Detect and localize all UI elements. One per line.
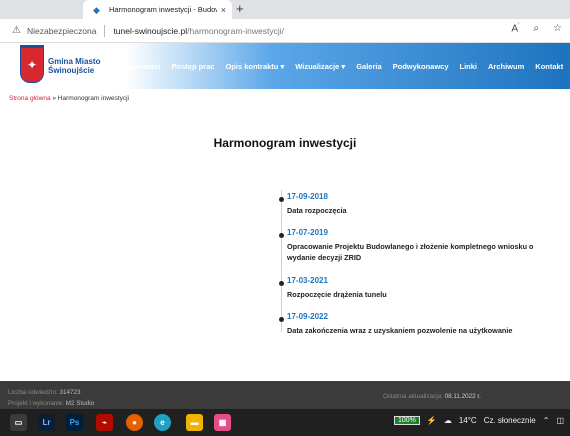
page-title: Harmonogram inwestycji: [213, 136, 357, 150]
breadcrumb-current: Harmonogram inwestycji: [57, 95, 129, 102]
favorites-icon[interactable]: ☆: [553, 23, 562, 34]
nav-item-linki[interactable]: Linki: [460, 62, 478, 71]
weather-temp[interactable]: 14°C: [459, 416, 477, 425]
file-explorer-icon[interactable]: ▭: [10, 414, 27, 431]
warning-icon[interactable]: ⚠: [12, 25, 21, 36]
url-text[interactable]: tunel-swinoujscie.pl/harmonogram-inwesty…: [113, 26, 284, 36]
timeline-date: 17-07-2019: [287, 228, 328, 237]
divider: [104, 24, 106, 37]
visits-label: Liczba odwiedzin:: [8, 389, 58, 396]
tray-chevron-icon[interactable]: ⌃: [543, 416, 550, 425]
zoom-icon[interactable]: ⌕: [533, 23, 539, 34]
nav-item-aktualnosci[interactable]: Aktualności: [118, 62, 161, 71]
nav-item-podwykonawcy[interactable]: Podwykonawcy: [393, 62, 449, 71]
logo-text[interactable]: Gmina Miasto Świnoujście: [48, 57, 100, 75]
site-footer: Liczba odwiedzin: 314723 Projekt i wykon…: [0, 381, 570, 409]
breadcrumb-home-link[interactable]: Strona główna: [9, 95, 51, 102]
os-taskbar: ▭ Lr Ps ⌁ ● e ▬ ▦ 100% ⚡ ☁ 14°C Cz. słon…: [0, 409, 570, 436]
nav-item-postep-prac[interactable]: Postęp prac: [172, 62, 215, 71]
visits-value: 314723: [59, 389, 81, 396]
timeline-date: 17-03-2021: [287, 276, 328, 285]
footer-right: Ostatnia aktualizacja: 08.11.2022 r.: [383, 393, 481, 400]
updated-label: Ostatnia aktualizacja:: [383, 393, 443, 400]
breadcrumb-separator: »: [50, 95, 58, 102]
timeline-description: Data zakończenia wraz z uzyskaniem pozwo…: [287, 326, 513, 335]
browser-tab[interactable]: ◆ Harmonogram inwestycji - Budow ×: [83, 0, 232, 19]
folder-icon[interactable]: ▬: [186, 414, 203, 431]
power-icon[interactable]: ⚡: [427, 416, 437, 425]
system-tray: 100% ⚡ ☁ 14°C Cz. słonecznie ⌃ ◫: [393, 416, 564, 425]
updated-value: 08.11.2022 r.: [444, 393, 481, 400]
weather-text[interactable]: Cz. słonecznie: [484, 416, 536, 425]
url-path: /harmonogram-inwestycji/: [187, 25, 284, 36]
tab-strip: ◆ Harmonogram inwestycji - Budow × +: [0, 0, 570, 19]
photos-icon[interactable]: ▦: [214, 414, 231, 431]
weather-icon[interactable]: ☁: [444, 416, 452, 425]
footer-left: Liczba odwiedzin: 314723 Projekt i wykon…: [8, 387, 94, 409]
timeline-line: [281, 190, 282, 332]
logo-line-1: Gmina Miasto: [48, 57, 101, 66]
photoshop-icon[interactable]: Ps: [66, 414, 83, 431]
acrobat-icon[interactable]: ⌁: [96, 414, 113, 431]
timeline-description: Rozpoczęcie drążenia tunelu: [287, 290, 387, 299]
timeline-date: 17-09-2022: [287, 312, 328, 321]
timeline-dot: [279, 281, 284, 286]
nav-item-archiwum[interactable]: Archiwum: [488, 62, 524, 71]
new-tab-button[interactable]: +: [236, 2, 244, 16]
timeline-dot: [279, 197, 284, 202]
security-label[interactable]: Niezabezpieczona: [27, 26, 96, 36]
tab-title: Harmonogram inwestycji - Budow: [109, 5, 217, 14]
address-bar[interactable]: ⚠ Niezabezpieczona tunel-swinoujscie.pl/…: [0, 19, 570, 43]
edge-icon[interactable]: e: [154, 414, 171, 431]
nav-item-opis-kontraktu[interactable]: Opis kontraktu ▾: [225, 62, 284, 71]
timeline-dot: [279, 233, 284, 238]
url-host: tunel-swinoujscie.pl: [113, 25, 188, 36]
nav-item-wizualizacje[interactable]: Wizualizacje ▾: [295, 62, 345, 71]
author-link[interactable]: M2 Studio: [66, 400, 94, 407]
firefox-icon[interactable]: ●: [126, 414, 143, 431]
timeline-dot: [279, 317, 284, 322]
city-crest-logo[interactable]: ✦: [20, 47, 44, 83]
close-tab-icon[interactable]: ×: [221, 5, 226, 15]
author-label: Projekt i wykonanie:: [8, 400, 64, 407]
nav-item-galeria[interactable]: Galeria: [356, 62, 381, 71]
battery-indicator[interactable]: 100%: [393, 416, 420, 425]
site-favicon-icon: ◆: [93, 4, 100, 15]
timeline-date: 17-09-2018: [287, 192, 328, 201]
main-nav: Aktualności Postęp prac Opis kontraktu ▾…: [118, 62, 570, 71]
breadcrumb: Strona główna » Harmonogram inwestycji: [9, 95, 129, 102]
speaker-icon[interactable]: ◫: [556, 416, 564, 425]
read-aloud-icon[interactable]: Aʼ: [511, 23, 519, 34]
timeline-description: Opracowanie Projektu Budowlanego i złoże…: [287, 242, 534, 262]
lightroom-icon[interactable]: Lr: [38, 414, 55, 431]
logo-line-2: Świnoujście: [48, 66, 95, 75]
nav-item-kontakt[interactable]: Kontakt: [535, 62, 563, 71]
timeline-description: Data rozpoczęcia: [287, 206, 347, 215]
